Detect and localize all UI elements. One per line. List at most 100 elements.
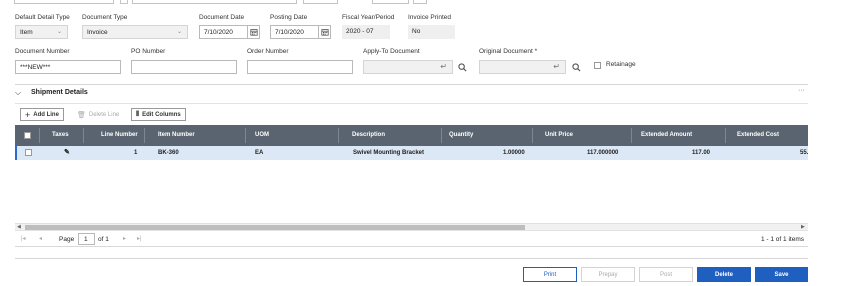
original-document-label: Original Document * (479, 48, 538, 55)
columns-icon: ⦀ (136, 110, 140, 118)
default-detail-type-label: Default Detail Type (15, 14, 70, 21)
apply-to-document-label: Apply-To Document (363, 48, 420, 55)
calendar-icon[interactable] (318, 26, 330, 38)
original-document-field[interactable]: ↵ (479, 60, 566, 74)
col-sep (83, 128, 84, 143)
print-button[interactable]: Print (523, 267, 577, 282)
document-type-value: Invoice (87, 29, 108, 36)
post-button[interactable]: Post (639, 267, 693, 282)
po-number-label: PO Number (131, 48, 166, 55)
footer-divider (15, 258, 808, 259)
cell-description: Swivel Mounting Bracket (353, 150, 425, 156)
add-line-label: Add Line (33, 111, 59, 118)
chevron-down-icon: ⌄ (56, 29, 62, 35)
prepay-button[interactable]: Prepay (581, 267, 635, 282)
section-title: Shipment Details (31, 89, 88, 96)
col-sep (532, 128, 533, 143)
top-field-4[interactable] (303, 0, 338, 4)
top-field-5[interactable] (372, 0, 409, 4)
pager-bar (15, 230, 808, 247)
cell-extended-amount: 117.00 (692, 150, 711, 156)
document-type-label: Document Type (82, 14, 128, 21)
invoice-printed-value: No (408, 25, 455, 39)
col-sep (245, 128, 246, 143)
po-number-field[interactable] (131, 60, 237, 74)
prev-page-icon[interactable]: ◂ (39, 235, 42, 242)
default-detail-type-value: Item (20, 29, 33, 36)
col-item-number[interactable]: Item Number (158, 125, 195, 146)
grid-header: Taxes Line Number Item Number UOM Descri… (15, 125, 808, 146)
toolbar-divider (15, 103, 808, 104)
cell-uom: EA (255, 150, 264, 156)
row-checkbox[interactable] (25, 149, 32, 156)
cell-extended-cost: 55. (800, 150, 809, 156)
section-divider (15, 84, 808, 85)
col-quantity[interactable]: Quantity (449, 125, 473, 146)
select-all-checkbox[interactable] (24, 132, 31, 139)
col-sep (39, 128, 40, 143)
document-number-label: Document Number (15, 48, 70, 55)
document-date-field[interactable]: 7/10/2020 (199, 25, 260, 39)
col-unit-price[interactable]: Unit Price (545, 125, 573, 146)
col-sep (631, 128, 632, 143)
document-number-field[interactable]: ***NEW*** (15, 60, 121, 74)
enter-icon: ↵ (440, 62, 447, 71)
document-type-select[interactable]: Invoice ⌄ (82, 25, 188, 39)
apply-to-document-field[interactable]: ↵ (363, 60, 453, 74)
order-number-field[interactable] (247, 60, 353, 74)
items-summary: 1 - 1 of 1 items (761, 236, 804, 243)
cell-item-number: BK-360 (158, 150, 179, 156)
col-extended-amount[interactable]: Extended Amount (641, 125, 692, 146)
posting-date-label: Posting Date (270, 14, 308, 21)
add-line-button[interactable]: + Add Line (20, 108, 64, 121)
pencil-icon[interactable]: ✎ (64, 146, 70, 160)
trash-icon: 🗑 (77, 111, 86, 119)
edit-columns-button[interactable]: ⦀ Edit Columns (131, 108, 186, 121)
table-row[interactable]: ✎ 1 BK-360 EA Swivel Mounting Bracket 1.… (15, 146, 808, 160)
page-label: Page (59, 236, 75, 243)
next-page-icon[interactable]: ▸ (123, 235, 126, 242)
cell-quantity: 1.00000 (503, 150, 525, 156)
posting-date-field[interactable]: 7/10/2020 (270, 25, 331, 39)
col-extended-cost[interactable]: Extended Cost (737, 125, 779, 146)
page-input[interactable]: 1 (78, 233, 95, 245)
fiscal-period-label: Fiscal Year/Period (342, 14, 395, 21)
search-icon[interactable] (570, 61, 582, 73)
col-sep (725, 128, 726, 143)
top-field-1[interactable] (14, 0, 114, 4)
save-button[interactable]: Save (755, 267, 808, 282)
top-field-2[interactable] (120, 0, 128, 4)
col-uom[interactable]: UOM (255, 125, 269, 146)
default-detail-type-select[interactable]: Item ⌄ (15, 25, 68, 39)
of-pages-label: of 1 (98, 236, 109, 243)
top-field-6[interactable] (413, 0, 427, 4)
col-line-number[interactable]: Line Number (101, 125, 138, 146)
retainage-label: Retainage (606, 61, 636, 68)
collapse-chevron-icon[interactable]: ⌵ (15, 88, 21, 98)
document-date-label: Document Date (199, 14, 245, 21)
top-field-3[interactable] (132, 0, 297, 4)
cell-line-number: 1 (134, 150, 138, 156)
col-description[interactable]: Description (352, 125, 385, 146)
first-page-icon[interactable]: |◂ (21, 235, 26, 242)
last-page-icon[interactable]: ▸| (137, 235, 142, 242)
delete-button[interactable]: Delete (697, 267, 751, 282)
order-number-label: Order Number (247, 48, 289, 55)
invoice-printed-label: Invoice Printed (408, 14, 451, 21)
document-date-value: 7/10/2020 (204, 29, 233, 36)
horizontal-scrollbar[interactable]: ◀ ▶ (15, 223, 808, 230)
col-sep (144, 128, 145, 143)
calendar-icon[interactable] (247, 26, 259, 38)
search-icon[interactable] (456, 61, 468, 73)
col-sep (441, 128, 442, 143)
retainage-checkbox[interactable] (594, 62, 601, 69)
cell-unit-price: 117.000000 (587, 150, 619, 156)
delete-line-button[interactable]: 🗑 Delete Line (73, 108, 124, 121)
enter-icon: ↵ (553, 62, 560, 71)
delete-line-label: Delete Line (88, 111, 120, 118)
posting-date-value: 7/10/2020 (275, 29, 304, 36)
chevron-down-icon: ⌄ (176, 29, 182, 35)
edit-columns-label: Edit Columns (142, 111, 181, 118)
col-taxes[interactable]: Taxes (52, 125, 69, 146)
more-menu-icon[interactable]: ··· (798, 87, 805, 94)
